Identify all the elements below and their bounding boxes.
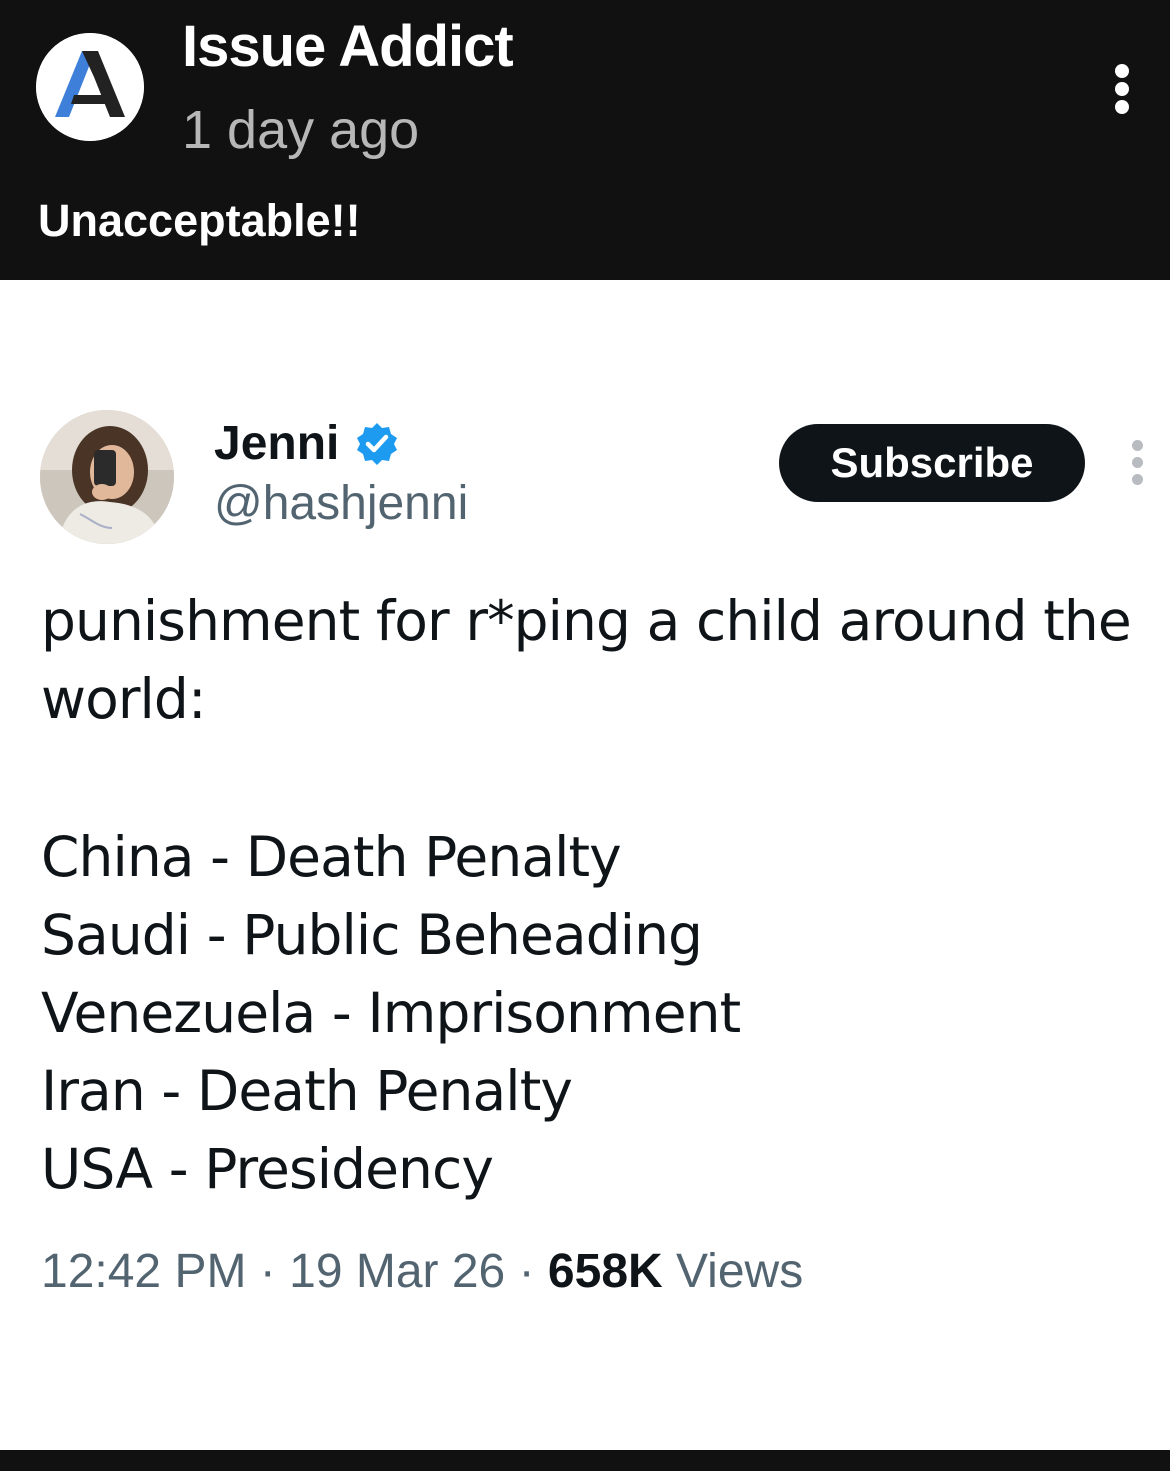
tweet-meta: 12:42 PM · 19 Mar 26 · 658K Views bbox=[41, 1242, 803, 1302]
tweet-list-line: Iran - Death Penalty bbox=[41, 1059, 573, 1123]
tweet-date[interactable]: 19 Mar 26 bbox=[289, 1245, 505, 1298]
channel-avatar[interactable] bbox=[36, 33, 144, 141]
tweet-time: 12:42 PM bbox=[41, 1245, 247, 1298]
channel-name[interactable]: Issue Addict bbox=[182, 14, 514, 80]
views-label: Views bbox=[676, 1245, 804, 1298]
tweet-list-line: Saudi - Public Beheading bbox=[41, 903, 703, 967]
post-timestamp: 1 day ago bbox=[182, 100, 420, 160]
tweet-avatar[interactable] bbox=[40, 410, 174, 544]
verified-badge-icon bbox=[354, 421, 400, 467]
tweet-intro-text: punishment for r*ping a child around the… bbox=[41, 589, 1132, 731]
tweet-card: Jenni @hashjenni Subscribe punishment fo… bbox=[0, 280, 1170, 1450]
meta-separator: · bbox=[518, 1245, 535, 1298]
tweet-list-line: China - Death Penalty bbox=[41, 825, 622, 889]
bottom-divider bbox=[0, 1450, 1170, 1471]
tweet-body: punishment for r*ping a child around the… bbox=[41, 582, 1161, 1208]
tweet-list-line: Venezuela - Imprisonment bbox=[41, 981, 741, 1045]
tweet-author-name[interactable]: Jenni bbox=[214, 416, 339, 472]
profile-photo-icon bbox=[40, 410, 174, 544]
issue-addict-logo-icon bbox=[36, 33, 144, 141]
meta-separator: · bbox=[259, 1245, 276, 1298]
tweet-list-line: USA - Presidency bbox=[41, 1137, 494, 1201]
post-caption: Unacceptable!! bbox=[38, 195, 361, 246]
views-count: 658K bbox=[547, 1245, 663, 1298]
post-header: Issue Addict 1 day ago Unacceptable!! bbox=[0, 0, 1170, 280]
subscribe-button[interactable]: Subscribe bbox=[779, 424, 1085, 502]
tweet-author-handle[interactable]: @hashjenni bbox=[214, 476, 468, 532]
more-vertical-icon[interactable] bbox=[1102, 60, 1142, 118]
more-vertical-icon[interactable] bbox=[1126, 438, 1150, 488]
